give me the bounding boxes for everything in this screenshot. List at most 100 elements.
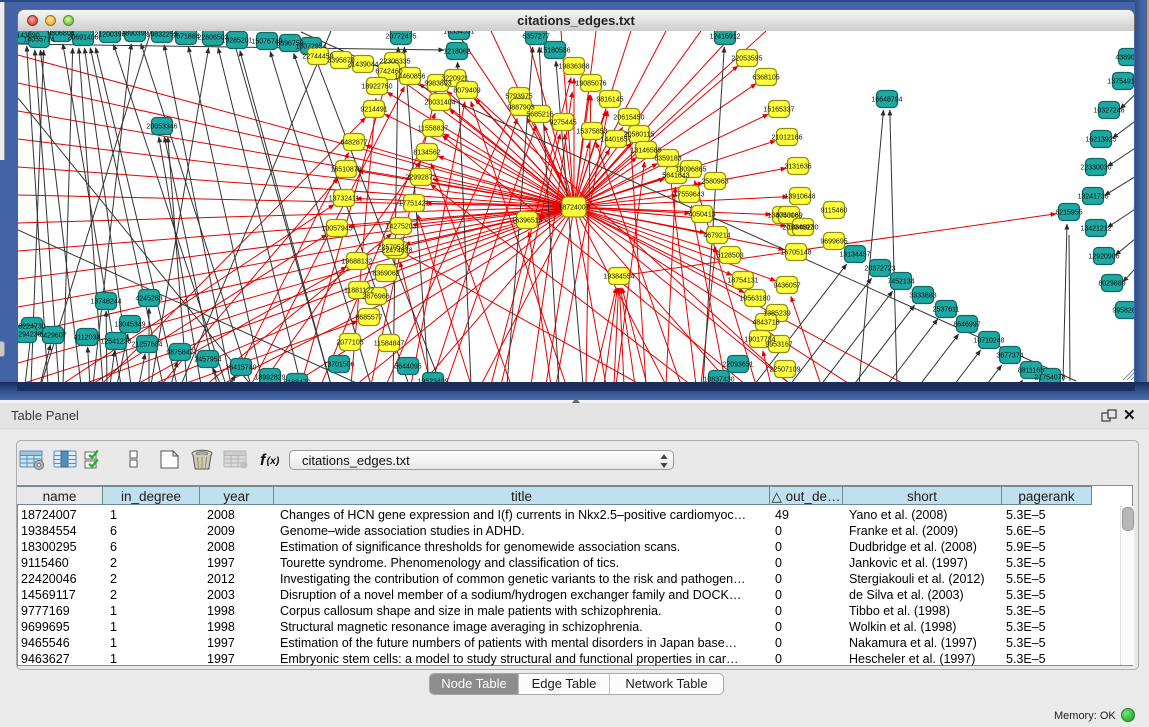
- svg-text:2077105: 2077105: [336, 340, 363, 347]
- svg-text:15375853: 15375853: [576, 129, 607, 136]
- svg-text:18096865: 18096865: [675, 167, 706, 174]
- svg-text:13045349: 13045349: [114, 322, 145, 329]
- svg-text:8685577: 8685577: [355, 315, 382, 322]
- svg-text:2580963: 2580963: [701, 179, 728, 186]
- svg-text:19384554: 19384554: [603, 274, 634, 281]
- svg-text:3131636: 3131636: [784, 164, 811, 171]
- svg-text:10327246: 10327246: [1093, 108, 1124, 115]
- svg-text:22330030: 22330030: [1080, 165, 1111, 172]
- svg-text:4843718: 4843718: [752, 320, 779, 327]
- svg-text:17751421: 17751421: [398, 201, 429, 208]
- svg-text:6357277: 6357277: [522, 34, 549, 41]
- svg-text:16705148: 16705148: [780, 250, 811, 257]
- svg-text:8369062: 8369062: [372, 271, 399, 278]
- svg-text:4245263: 4245263: [135, 296, 162, 303]
- svg-text:13748244: 13748244: [90, 299, 121, 306]
- svg-text:14055714: 14055714: [23, 37, 54, 44]
- svg-text:15165337: 15165337: [763, 107, 794, 114]
- svg-text:15180586: 15180586: [539, 48, 570, 55]
- svg-text:14460856: 14460856: [394, 74, 425, 81]
- svg-text:8359183: 8359183: [654, 156, 681, 163]
- svg-text:9887903: 9887903: [507, 105, 534, 112]
- svg-text:14401657: 14401657: [600, 137, 631, 144]
- svg-text:12294238: 12294238: [18, 332, 42, 339]
- svg-text:1890399: 1890399: [121, 31, 148, 38]
- svg-text:8079409: 8079409: [453, 88, 480, 95]
- svg-text:22053595: 22053595: [731, 56, 762, 63]
- svg-text:8646997: 8646997: [953, 322, 980, 329]
- svg-text:6482877: 6482877: [340, 140, 367, 147]
- svg-text:3220921: 3220921: [441, 76, 468, 83]
- svg-text:22992872: 22992872: [405, 175, 436, 182]
- svg-text:7452134: 7452134: [887, 279, 914, 286]
- svg-text:9436057: 9436057: [773, 283, 800, 290]
- svg-text:7671884: 7671884: [172, 34, 199, 41]
- svg-text:4112034: 4112034: [74, 335, 101, 342]
- svg-text:11584847: 11584847: [374, 341, 405, 348]
- svg-text:16415740: 16415740: [225, 365, 256, 372]
- svg-text:18922760: 18922760: [361, 84, 392, 91]
- svg-text:20053346: 20053346: [146, 124, 177, 131]
- svg-text:13732411: 13732411: [329, 196, 360, 203]
- svg-text:21012166: 21012166: [771, 135, 802, 142]
- svg-text:9875847: 9875847: [166, 350, 193, 357]
- svg-text:9958289: 9958289: [1112, 308, 1134, 315]
- svg-text:13754919: 13754919: [1107, 79, 1134, 86]
- svg-text:18992829: 18992829: [254, 375, 285, 382]
- svg-text:6306893: 6306893: [1133, 206, 1134, 213]
- svg-text:9214491: 9214491: [360, 107, 387, 114]
- svg-text:11558837: 11558837: [418, 126, 449, 133]
- svg-text:13146585: 13146585: [630, 148, 661, 155]
- svg-text:4389045: 4389045: [1115, 55, 1134, 62]
- svg-text:4050413: 4050413: [688, 212, 715, 219]
- svg-text:12920906: 12920906: [1088, 254, 1119, 261]
- svg-text:10710248: 10710248: [973, 338, 1004, 345]
- svg-text:8029889: 8029889: [1098, 281, 1125, 288]
- svg-text:(x): (x): [267, 455, 280, 467]
- svg-text:19688132: 19688132: [341, 259, 372, 266]
- svg-text:12541238: 12541238: [100, 339, 131, 346]
- svg-text:21439044: 21439044: [347, 62, 378, 69]
- svg-text:6128503: 6128503: [716, 253, 743, 260]
- svg-text:20772475: 20772475: [385, 34, 416, 41]
- svg-text:13421212: 13421212: [1080, 226, 1111, 233]
- svg-text:6368105: 6368105: [752, 75, 779, 82]
- svg-text:16396513: 16396513: [511, 218, 542, 225]
- svg-text:17559643: 17559643: [673, 192, 704, 199]
- svg-text:3644095: 3644095: [394, 364, 421, 371]
- svg-text:10334531: 10334531: [443, 31, 474, 36]
- svg-text:18754131: 18754131: [727, 278, 758, 285]
- svg-text:16648794: 16648794: [871, 97, 902, 104]
- svg-text:19836388: 19836388: [558, 64, 589, 71]
- svg-text:12416912: 12416912: [709, 34, 740, 41]
- svg-text:5641643: 5641643: [662, 173, 689, 180]
- svg-text:19085076: 19085076: [575, 81, 606, 88]
- svg-text:4429607: 4429607: [39, 333, 66, 340]
- svg-text:14275203: 14275203: [385, 224, 416, 231]
- svg-text:22306335: 22306335: [379, 59, 410, 66]
- svg-text:22093651: 22093651: [722, 362, 753, 369]
- svg-text:2876966: 2876966: [362, 294, 389, 301]
- svg-text:13134457: 13134457: [839, 252, 870, 259]
- svg-text:1385239: 1385239: [763, 311, 790, 318]
- svg-text:9699695: 9699695: [820, 239, 847, 246]
- svg-text:9816145: 9816145: [596, 97, 623, 104]
- svg-text:22507109: 22507109: [769, 367, 800, 374]
- svg-text:4743069: 4743069: [775, 213, 802, 220]
- svg-text:20615450: 20615450: [613, 115, 644, 122]
- svg-text:3677374: 3677374: [996, 353, 1023, 360]
- svg-text:13701506: 13701506: [323, 362, 354, 369]
- svg-text:22570529: 22570529: [377, 245, 408, 252]
- svg-text:1218062: 1218062: [443, 49, 470, 56]
- svg-text:5793975: 5793975: [505, 94, 532, 101]
- svg-text:9115460: 9115460: [821, 208, 848, 215]
- svg-text:4679214: 4679214: [703, 233, 730, 240]
- svg-text:20372723: 20372723: [864, 266, 895, 273]
- svg-text:20031404: 20031404: [424, 100, 455, 107]
- svg-text:21754078: 21754078: [1034, 375, 1065, 382]
- svg-text:9275445: 9275445: [549, 120, 576, 127]
- svg-text:18724007: 18724007: [558, 205, 589, 212]
- svg-text:19563180: 19563180: [739, 296, 770, 303]
- svg-text:13910648: 13910648: [784, 194, 815, 201]
- svg-text:8215955: 8215955: [1055, 210, 1082, 217]
